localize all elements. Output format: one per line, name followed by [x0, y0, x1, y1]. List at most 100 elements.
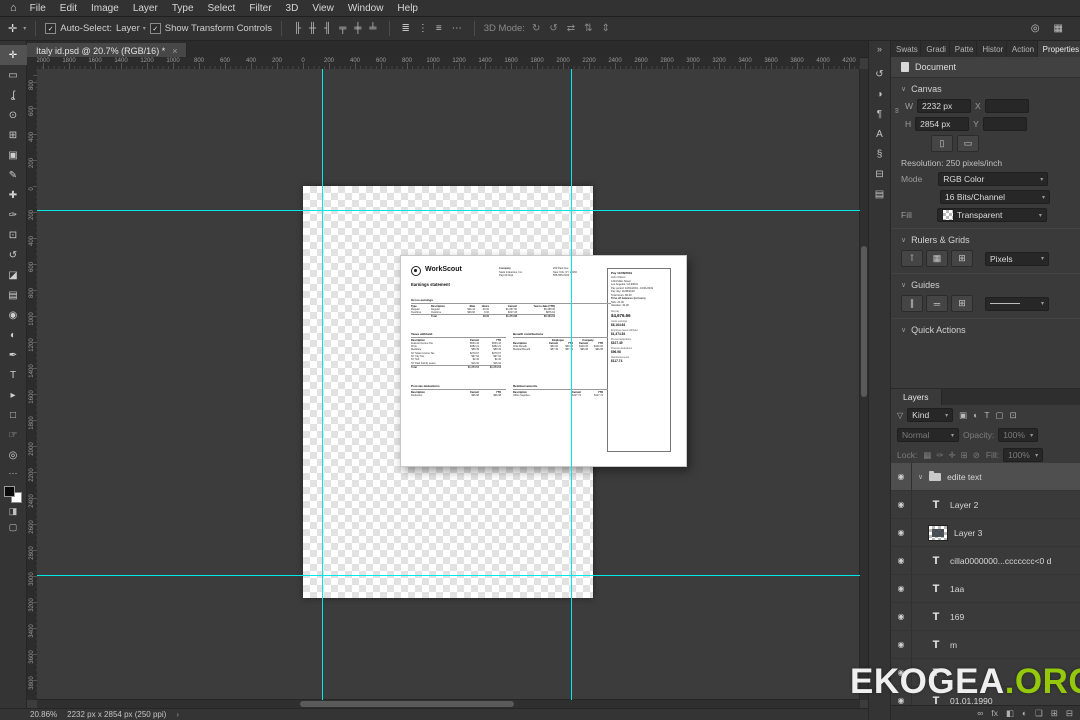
quick-mask-icon[interactable]: ◨	[0, 503, 27, 519]
path-selection-tool[interactable]: ▸	[0, 385, 27, 405]
panel-tab-swats[interactable]: Swats	[891, 41, 922, 57]
toggle-grid-icon[interactable]: ▦	[926, 250, 948, 267]
section-canvas[interactable]: ∨ Canvas	[891, 78, 1080, 97]
units-select[interactable]: Pixels ▾	[985, 251, 1049, 266]
3d-drag-icon[interactable]: ⇄	[564, 23, 578, 34]
tool-preset-arrow-icon[interactable]: ▾	[23, 25, 26, 32]
tab-layers[interactable]: Layers	[891, 389, 942, 405]
align-bottom-icon[interactable]: ╧	[366, 23, 379, 34]
toggle-rulers-icon[interactable]: ⊺	[901, 250, 923, 267]
guide-horizontal[interactable]	[37, 210, 860, 211]
eraser-tool[interactable]: ◪	[0, 265, 27, 285]
3d-orbit-icon[interactable]: ↻	[529, 23, 543, 34]
menu-filter[interactable]: Filter	[242, 3, 278, 14]
visibility-toggle-icon[interactable]: ◉	[891, 603, 912, 630]
filter-pixel-layers-icon[interactable]: ▣	[957, 410, 969, 421]
frame-tool[interactable]: ▣	[0, 145, 27, 165]
expand-panels-icon[interactable]: »	[877, 44, 882, 58]
visibility-toggle-icon[interactable]: ◉	[891, 519, 912, 546]
auto-select-dropdown[interactable]: Layer ▾	[116, 23, 146, 34]
lock-all-icon[interactable]: ⊘	[971, 450, 982, 461]
menu-view[interactable]: View	[305, 3, 341, 14]
menu-type[interactable]: Type	[165, 3, 201, 14]
kind-filter-select[interactable]: Kind ▾	[907, 408, 954, 422]
eyedropper-tool[interactable]: ✎	[0, 165, 27, 185]
blur-tool[interactable]: ◉	[0, 305, 27, 325]
portrait-orientation-button[interactable]: ▯	[931, 135, 953, 152]
layer-row[interactable]: ◉ ∨ edite text	[891, 463, 1080, 491]
menu-layer[interactable]: Layer	[126, 3, 165, 14]
fill-opacity-select[interactable]: 100% ▾	[1003, 448, 1044, 462]
distribute-spacing-icon[interactable]: ≡	[433, 23, 445, 34]
layer-effects-icon[interactable]: fx	[991, 708, 998, 718]
align-right-icon[interactable]: ╢	[321, 23, 334, 34]
panel-tab-properties[interactable]: Properties	[1037, 41, 1080, 57]
distribute-horizontal-icon[interactable]: ⋮	[415, 23, 431, 34]
lock-transparency-icon[interactable]: ▦	[921, 450, 933, 461]
scrollbar-thumb[interactable]	[861, 245, 867, 398]
menu-help[interactable]: Help	[390, 3, 425, 14]
visibility-toggle-icon[interactable]: ◉	[891, 575, 912, 602]
paystub-document[interactable]: WorkScout Earnings statement Company Sta…	[400, 255, 687, 467]
guide-vertical[interactable]	[322, 69, 323, 700]
filter-type-layers-icon[interactable]: T	[982, 410, 991, 421]
history-icon[interactable]: ↺	[875, 64, 883, 84]
pen-tool[interactable]: ✒	[0, 345, 27, 365]
layer-row[interactable]: ◉ Tm	[891, 631, 1080, 659]
filter-smart-objects-icon[interactable]: ⊡	[1008, 410, 1019, 421]
x-field[interactable]	[984, 99, 1029, 113]
new-layer-icon[interactable]: ⊞	[1051, 708, 1058, 719]
section-guides[interactable]: ∨ Guides	[891, 274, 1080, 293]
vertical-scrollbar[interactable]	[859, 69, 868, 700]
link-dimensions-icon[interactable]: ∞	[892, 108, 901, 114]
filter-shape-layers-icon[interactable]: ▢	[994, 410, 1006, 421]
bit-depth-select[interactable]: 16 Bits/Channel ▾	[940, 190, 1050, 204]
home-icon[interactable]: ⌂	[4, 2, 23, 14]
rectangle-tool[interactable]: □	[0, 405, 27, 425]
brush-tool[interactable]: ✑	[0, 205, 27, 225]
show-transform-checkbox[interactable]: ✓	[149, 23, 161, 34]
crop-tool[interactable]: ⊞	[0, 125, 27, 145]
new-guide-icon[interactable]: ∥	[901, 295, 923, 312]
lasso-tool[interactable]: ʆ	[0, 85, 27, 105]
layer-row[interactable]: ◉ T 1aa	[891, 575, 1080, 603]
panel-tab-histor[interactable]: Histor	[977, 41, 1007, 57]
filter-adjustment-layers-icon[interactable]: ◐	[971, 410, 980, 421]
marquee-tool[interactable]: ▭	[0, 65, 27, 85]
workspace-switcher-icon[interactable]: ▦	[1051, 23, 1066, 34]
menu-window[interactable]: Window	[341, 3, 391, 14]
glyphs-icon[interactable]: §	[877, 144, 883, 164]
width-field[interactable]: 2232 px	[917, 99, 972, 113]
layer-mask-icon[interactable]: ◧	[1006, 708, 1014, 719]
zoom-tool[interactable]: ◎	[0, 445, 27, 465]
visibility-toggle-icon[interactable]: ◉	[891, 463, 912, 490]
canvas-viewport[interactable]: WorkScout Earnings statement Company Sta…	[37, 69, 860, 700]
guide-style-select[interactable]: ▾	[985, 296, 1049, 311]
dodge-tool[interactable]: ◐	[0, 325, 27, 345]
visibility-toggle-icon[interactable]: ◉	[891, 491, 912, 518]
auto-select-checkbox[interactable]: ✓	[45, 23, 57, 34]
clone-source-icon[interactable]: ⊟	[875, 164, 883, 184]
color-mode-select[interactable]: RGB Color ▾	[938, 172, 1049, 186]
clear-guides-icon[interactable]: ⊞	[951, 295, 973, 312]
layer-group-icon[interactable]: ❏	[1035, 708, 1043, 719]
lock-position-icon[interactable]: ✛	[946, 450, 957, 461]
distribute-vertical-icon[interactable]: ≣	[399, 23, 413, 34]
y-field[interactable]	[982, 117, 1027, 131]
panel-tab-patte[interactable]: Patte	[950, 41, 978, 57]
close-tab-icon[interactable]: ×	[172, 46, 177, 56]
character-icon[interactable]: A	[876, 124, 883, 144]
3d-roll-icon[interactable]: ↺	[546, 23, 560, 34]
search-icon[interactable]: ◎	[1028, 23, 1043, 34]
horizontal-scrollbar[interactable]	[37, 699, 860, 708]
toggle-snap-icon[interactable]: ⊞	[951, 250, 973, 267]
menu-image[interactable]: Image	[84, 3, 126, 14]
visibility-toggle-icon[interactable]: ◉	[891, 631, 912, 658]
lock-pixels-icon[interactable]: ✑	[934, 450, 945, 461]
quick-selection-tool[interactable]: ⊙	[0, 105, 27, 125]
libraries-icon[interactable]: ▤	[875, 184, 884, 204]
menu-select[interactable]: Select	[201, 3, 243, 14]
adjustment-layer-icon[interactable]: ◐	[1022, 708, 1027, 718]
zoom-level[interactable]: 20.86%	[30, 710, 57, 719]
visibility-toggle-icon[interactable]: ◉	[891, 547, 912, 574]
